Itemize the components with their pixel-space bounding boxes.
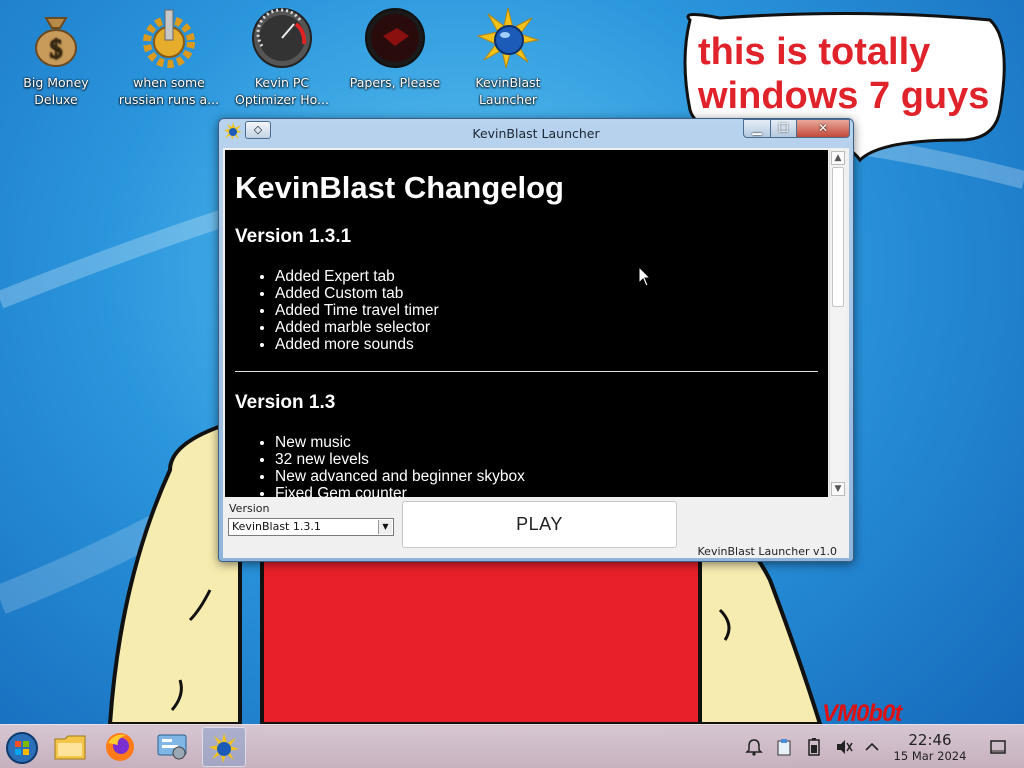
svg-text:$: $ [50,34,63,63]
scroll-down-arrow-icon[interactable]: ▼ [831,482,845,496]
play-button[interactable]: PLAY [402,501,677,548]
desktop-icon-big-money[interactable]: $ Big Money Deluxe [1,6,111,108]
start-button[interactable] [0,727,44,767]
list-item: Added Time travel timer [275,302,818,319]
file-manager-icon [54,735,86,760]
clock-time[interactable]: 22:46 [890,731,970,749]
version-changes-list: Added Expert tab Added Custom tab Added … [235,268,818,353]
version-heading: Version 1.3 [235,392,336,413]
desktop-icon-kevin-pc-optimizer[interactable]: Kevin PC Optimizer Ho... [227,6,337,108]
desktop-icon-papers-please[interactable]: Papers, Please [340,6,450,91]
window-client: KevinBlast Changelog Version 1.3.1 Added… [223,148,849,558]
list-item: Added Custom tab [275,285,818,302]
divider [235,371,818,372]
changelog-scrollbar[interactable]: ▲ ▼ [829,150,845,497]
taskbar: 22:46 15 Mar 2024 [0,724,1024,768]
speaker-muted-icon[interactable] [834,737,854,757]
minimize-button[interactable]: ▁ [743,119,771,138]
version-changes-list: New music 32 new levels New advanced and… [235,434,818,497]
money-bag-icon: $ [35,17,77,67]
list-item: New music [275,434,818,451]
taskbar-firefox[interactable] [98,727,142,767]
taskbar-kevinblast-launcher[interactable] [202,727,246,767]
list-item: 32 new levels [275,451,818,468]
scrollbar-thumb[interactable] [832,167,844,307]
close-button[interactable]: ✕ [796,119,850,138]
gear-cog-icon [143,9,195,68]
taskbar-file-manager[interactable] [48,727,92,767]
chevron-down-icon[interactable]: ▼ [378,520,392,534]
scroll-up-arrow-icon[interactable]: ▲ [831,151,845,165]
list-item: Added marble selector [275,319,818,336]
launcher-window: ◇ KevinBlast Launcher ▁ ☐ ✕ KevinBlast C… [218,118,854,562]
changelog-view[interactable]: KevinBlast Changelog Version 1.3.1 Added… [225,150,828,497]
kevinblast-icon [476,7,540,69]
desktop-icon-russian-gear[interactable]: when some russian runs a... [114,6,224,108]
speech-bubble-text: this is totally windows 7 guys [698,31,990,117]
list-item: Added Expert tab [275,268,818,285]
battery-icon[interactable] [804,737,824,757]
show-desktop-icon[interactable] [988,737,1008,757]
papers-please-icon [365,8,425,68]
version-label: Version [229,502,270,515]
start-orb-icon [6,732,38,764]
control-panel-icon [157,734,187,760]
clock-date[interactable]: 15 Mar 2024 [884,749,976,763]
taskbar-control-panel[interactable] [150,727,194,767]
list-item: New advanced and beginner skybox [275,468,818,485]
version-dropdown[interactable]: KevinBlast 1.3.1 ▼ [228,518,394,536]
chevron-up-icon[interactable] [862,737,882,757]
firefox-icon [106,733,134,761]
speedometer-icon [252,8,312,68]
clipboard-icon[interactable] [774,737,794,757]
window-titlebar[interactable]: ◇ KevinBlast Launcher ▁ ☐ ✕ [219,119,853,147]
list-item: Fixed Gem counter [275,485,818,497]
kevinblast-icon [209,733,239,763]
list-item: Added more sounds [275,336,818,353]
changelog-title: KevinBlast Changelog [235,170,564,205]
version-dropdown-value: KevinBlast 1.3.1 [232,520,321,533]
desktop-icon-kevinblast-launcher[interactable]: KevinBlast Launcher [453,6,563,108]
maximize-button[interactable]: ☐ [770,119,797,138]
notification-bell-icon[interactable] [744,737,764,757]
mouse-cursor-icon [638,266,652,287]
version-heading: Version 1.3.1 [235,226,352,247]
launcher-version-text: KevinBlast Launcher v1.0 [697,545,837,558]
